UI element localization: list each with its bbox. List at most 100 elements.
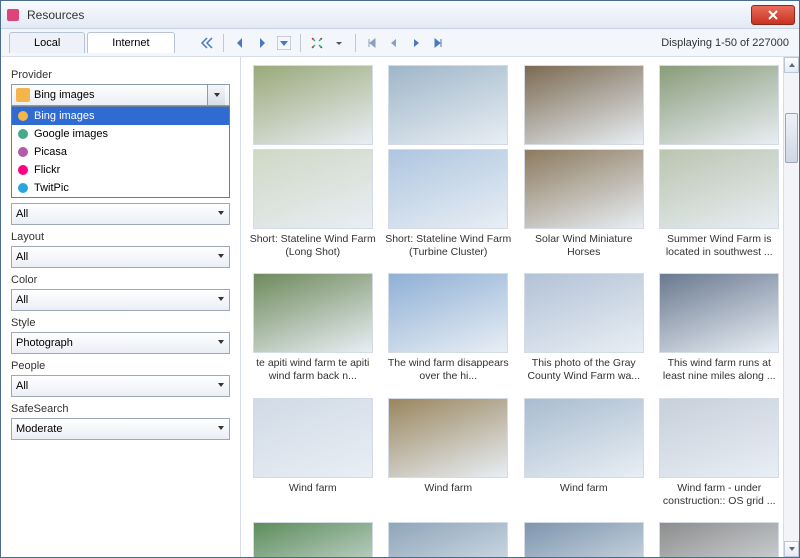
result-card[interactable]: Wind farm [249,398,377,518]
expand-icon[interactable] [307,33,327,53]
filter-select-safesearch[interactable]: Moderate [11,418,230,440]
result-card[interactable]: Wind farm [385,398,513,518]
status-text: Displaying 1-50 of 227000 [661,37,789,49]
result-card[interactable]: This photo of the Gray County Wind Farm … [520,273,648,393]
result-caption: This wind farm runs at least nine miles … [656,357,784,383]
result-thumbnail[interactable] [524,65,644,145]
nav-back-icon[interactable] [230,33,250,53]
chevron-down-icon [217,423,225,435]
result-thumbnail[interactable] [659,522,779,557]
provider-option-label: TwitPic [34,182,69,194]
result-card[interactable] [385,522,513,557]
filter-label: Color [11,274,230,286]
tab-bar: Local Internet [9,32,177,53]
result-caption: Short: Stateline Wind Farm (Turbine Clus… [385,233,513,259]
result-thumbnail[interactable] [659,149,779,229]
result-card[interactable] [385,65,513,145]
scroll-down-icon[interactable] [784,541,799,557]
provider-combo[interactable]: Bing images Bing imagesGoogle imagesPica… [11,84,230,106]
result-card[interactable]: Summer Wind Farm is located in southwest… [656,149,784,269]
scroll-thumb[interactable] [785,113,798,163]
result-thumbnail[interactable] [659,65,779,145]
result-thumbnail[interactable] [388,273,508,353]
chevron-down-icon[interactable] [207,85,225,105]
result-thumbnail[interactable] [659,398,779,478]
result-card[interactable] [249,65,377,145]
filter-select-color[interactable]: All [11,289,230,311]
provider-option[interactable]: Google images [12,125,229,143]
result-thumbnail[interactable] [253,273,373,353]
filter-label: SafeSearch [11,403,230,415]
scrollbar[interactable] [783,57,799,557]
filters-panel: SizeAllLayoutAllColorAllStylePhotographP… [11,188,230,440]
provider-option-label: Flickr [34,164,60,176]
provider-option[interactable]: Flickr [12,161,229,179]
result-thumbnail[interactable] [253,65,373,145]
result-card[interactable]: te apiti wind farm te apiti wind farm ba… [249,273,377,393]
result-caption: Solar Wind Miniature Horses [520,233,648,259]
result-thumbnail[interactable] [659,273,779,353]
provider-icon [16,109,30,123]
separator [300,34,301,52]
nav-first-group-icon[interactable] [197,33,217,53]
provider-label: Provider [11,69,230,81]
provider-option[interactable]: TwitPic [12,179,229,197]
tab-internet[interactable]: Internet [87,32,174,53]
result-card[interactable]: Wind farm - under construction:: OS grid… [656,398,784,518]
result-card[interactable] [520,522,648,557]
separator [355,34,356,52]
scroll-track[interactable] [784,73,799,541]
result-thumbnail[interactable] [253,522,373,557]
app-icon [5,7,21,23]
content-body: Provider Bing images Bing imagesGoogle i… [1,57,799,557]
filter-value: Moderate [16,423,62,435]
chevron-down-icon [217,208,225,220]
filter-select-layout[interactable]: All [11,246,230,268]
chevron-down-icon [217,251,225,263]
result-card[interactable] [656,65,784,145]
result-card[interactable]: Short: Stateline Wind Farm (Turbine Clus… [385,149,513,269]
result-thumbnail[interactable] [388,149,508,229]
result-thumbnail[interactable] [524,149,644,229]
result-thumbnail[interactable] [388,398,508,478]
provider-option[interactable]: Bing images [12,107,229,125]
filter-select-people[interactable]: All [11,375,230,397]
filter-label: Layout [11,231,230,243]
page-next-icon[interactable] [406,33,426,53]
result-card[interactable]: This wind farm runs at least nine miles … [656,273,784,393]
result-thumbnail[interactable] [388,522,508,557]
result-caption: Wind farm [424,482,472,495]
page-last-icon[interactable] [428,33,448,53]
close-button[interactable] [751,5,795,25]
filter-select-size[interactable]: All [11,203,230,225]
resources-window: Resources Local Internet Displaying 1-50… [0,0,800,558]
page-prev-icon[interactable] [384,33,404,53]
scroll-up-icon[interactable] [784,57,799,73]
nav-down-icon[interactable] [274,33,294,53]
filter-value: All [16,208,28,220]
tab-local[interactable]: Local [9,32,85,53]
result-card[interactable]: Short: Stateline Wind Farm (Long Shot) [249,149,377,269]
result-thumbnail[interactable] [524,273,644,353]
filter-select-style[interactable]: Photograph [11,332,230,354]
provider-option[interactable]: Picasa [12,143,229,161]
result-thumbnail[interactable] [388,65,508,145]
result-card[interactable] [520,65,648,145]
result-card[interactable]: The wind farm disappears over the hi... [385,273,513,393]
result-card[interactable] [656,522,784,557]
nav-forward-icon[interactable] [252,33,272,53]
result-thumbnail[interactable] [524,522,644,557]
result-card[interactable]: Solar Wind Miniature Horses [520,149,648,269]
separator [223,34,224,52]
sidebar: Provider Bing images Bing imagesGoogle i… [1,57,241,557]
result-thumbnail[interactable] [253,398,373,478]
result-thumbnail[interactable] [253,149,373,229]
result-thumbnail[interactable] [524,398,644,478]
page-first-icon[interactable] [362,33,382,53]
dropdown-icon[interactable] [329,33,349,53]
result-card[interactable] [249,522,377,557]
provider-icon [16,145,30,159]
result-caption: Summer Wind Farm is located in southwest… [656,233,784,259]
filter-value: All [16,294,28,306]
result-card[interactable]: Wind farm [520,398,648,518]
